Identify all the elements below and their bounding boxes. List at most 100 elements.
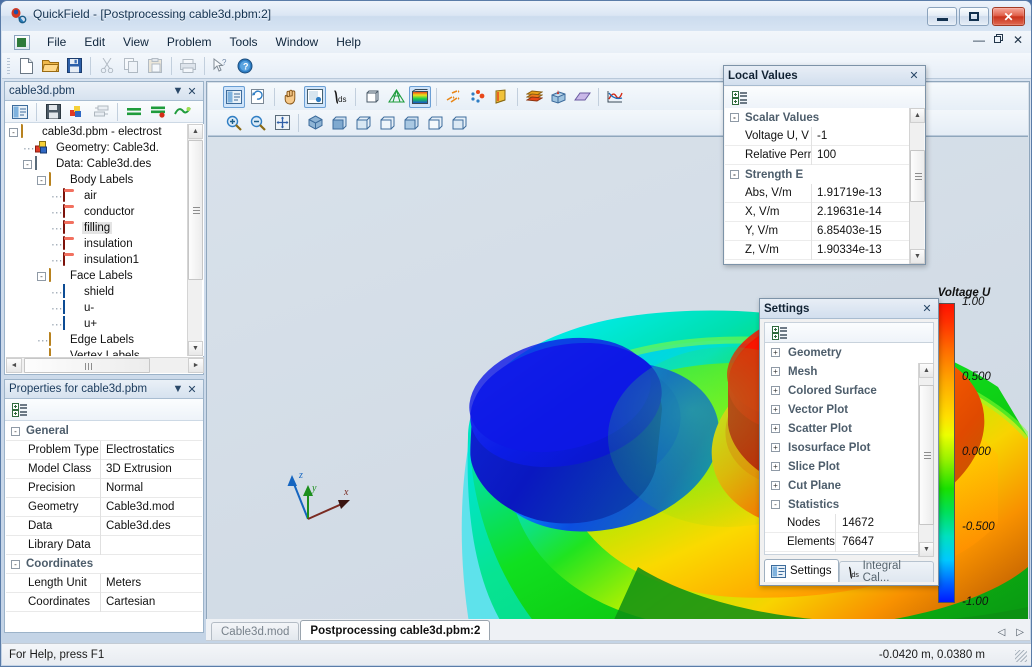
property-value[interactable]: Cartesian [100, 592, 202, 612]
view-isometric-icon[interactable] [304, 112, 326, 134]
property-value[interactable]: Cable3d.mod [100, 497, 202, 517]
settings-item[interactable]: + Mesh [765, 362, 933, 381]
menu-tools[interactable]: Tools [221, 32, 267, 52]
help-icon[interactable]: ? [234, 55, 256, 77]
tree-node[interactable]: ⋯ insulation1 [6, 252, 204, 268]
property-group-header[interactable]: - Coordinates [6, 555, 202, 574]
collapse-icon[interactable]: - [9, 127, 18, 137]
local-values-group-header[interactable]: - Strength E [725, 165, 924, 184]
tree-node[interactable]: - Body Labels [6, 172, 204, 188]
local-values-row[interactable]: X, V/m 2.19631e-14 [725, 202, 924, 222]
tree-node[interactable]: ⋯ insulation [6, 236, 204, 252]
scroll-up-icon[interactable]: ▲ [919, 363, 934, 378]
plane-icon[interactable] [571, 86, 593, 108]
local-values-row[interactable]: Z, V/m 1.90334e-13 [725, 240, 924, 260]
maximize-button[interactable] [959, 7, 989, 26]
expand-icon[interactable]: + [771, 405, 780, 414]
print-icon[interactable] [177, 55, 199, 77]
solve-stop-icon[interactable] [147, 101, 169, 123]
categorized-view-icon[interactable] [729, 87, 751, 109]
categorized-view-icon[interactable] [769, 322, 791, 344]
tree-node[interactable]: ⋯ Vertex Labels [6, 348, 204, 356]
mesh-icon[interactable] [385, 86, 407, 108]
expand-icon[interactable]: + [771, 424, 780, 433]
tree-node[interactable]: - cable3d.pbm - electrost [6, 124, 204, 140]
menu-window[interactable]: Window [267, 32, 328, 52]
isosurface-plot-icon[interactable] [490, 86, 512, 108]
edit-data-icon[interactable] [90, 101, 112, 123]
scroll-down-icon[interactable]: ▼ [910, 249, 925, 264]
collapse-icon[interactable]: - [11, 426, 20, 436]
settings-item[interactable]: + Cut Plane [765, 476, 933, 495]
system-menu-icon[interactable] [14, 34, 30, 50]
property-row[interactable]: Geometry Cable3d.mod [6, 497, 202, 517]
scroll-down-icon[interactable]: ▼ [188, 341, 203, 356]
property-value[interactable]: Normal [100, 478, 202, 498]
expand-icon[interactable]: + [771, 462, 780, 471]
zoom-fit-icon[interactable] [271, 112, 293, 134]
property-value[interactable]: Electrostatics [100, 440, 202, 460]
scroll-thumb[interactable] [919, 385, 934, 525]
expand-icon[interactable]: + [771, 348, 780, 357]
cut-plane-icon[interactable] [547, 86, 569, 108]
tree-node[interactable]: ⋯ conductor [6, 204, 204, 220]
collapse-icon[interactable]: - [730, 170, 739, 179]
colored-surface-icon[interactable] [409, 85, 431, 108]
local-values-grid[interactable]: - Scalar Values Voltage U, V -1 Relative Per… [725, 108, 924, 263]
tab-integral-calculator[interactable]: ds Integral Cal... [838, 560, 934, 584]
tree-node[interactable]: ⋯ Geometry: Cable3d. [6, 140, 204, 156]
settings-item[interactable]: + Colored Surface [765, 381, 933, 400]
pan-hand-icon[interactable] [280, 86, 302, 108]
local-values-row[interactable]: Y, V/m 6.85403e-15 [725, 221, 924, 241]
scroll-right-icon[interactable]: ► [188, 358, 204, 373]
open-problem-icon[interactable] [9, 101, 31, 123]
tab-next-icon[interactable]: ▷ [1016, 627, 1024, 638]
tree-horizontal-scrollbar[interactable]: ◄ ► [6, 357, 204, 373]
scroll-up-icon[interactable]: ▲ [188, 124, 203, 139]
close-icon[interactable]: ✕ [185, 382, 199, 396]
open-icon[interactable] [39, 55, 61, 77]
xy-plot-icon[interactable] [604, 86, 626, 108]
settings-item[interactable]: + Vector Plot [765, 400, 933, 419]
local-values-row[interactable]: Abs, V/m 1.91719e-13 [725, 183, 924, 203]
view-top-icon[interactable] [424, 112, 446, 134]
property-value[interactable]: 3D Extrusion [100, 459, 202, 479]
doc-tab-cable3d-mod[interactable]: Cable3d.mod [211, 622, 300, 640]
menu-view[interactable]: View [114, 32, 158, 52]
expand-icon[interactable]: + [771, 386, 780, 395]
local-values-window[interactable]: Local Values ✕ - Scalar Values Voltage U, … [723, 65, 926, 265]
zoom-out-icon[interactable] [247, 112, 269, 134]
tree-node[interactable]: - Face Labels [6, 268, 204, 284]
local-values-group-header[interactable]: - Scalar Values [725, 108, 924, 127]
property-row[interactable]: Problem Type Electrostatics [6, 440, 202, 460]
menu-help[interactable]: Help [327, 32, 370, 52]
menu-file[interactable]: File [38, 32, 75, 52]
new-icon[interactable] [15, 55, 37, 77]
view-right-icon[interactable] [400, 112, 422, 134]
scroll-up-icon[interactable]: ▲ [910, 108, 925, 123]
expand-icon[interactable]: + [771, 367, 780, 376]
property-row[interactable]: Length Unit Meters [6, 573, 202, 593]
problem-window-icon[interactable] [223, 85, 245, 108]
categorized-view-icon[interactable] [9, 399, 31, 421]
resize-grip[interactable] [1015, 650, 1027, 662]
close-icon[interactable]: ✕ [920, 302, 934, 316]
toolbar-grip[interactable] [7, 57, 10, 74]
tree-node[interactable]: ⋯ u- [6, 300, 204, 316]
integral-calculator-icon[interactable]: ds [328, 86, 350, 108]
close-button[interactable]: ✕ [992, 7, 1025, 26]
copy-icon[interactable] [120, 55, 142, 77]
local-values-row[interactable]: Relative Permi100 [725, 145, 924, 165]
view-bottom-icon[interactable] [448, 112, 470, 134]
context-help-icon[interactable]: ? [210, 55, 232, 77]
property-value[interactable]: Cable3d.des [100, 516, 202, 536]
settings-scrollbar[interactable]: ▲ ▼ [918, 363, 934, 557]
property-value[interactable]: Meters [100, 573, 202, 593]
collapse-icon[interactable]: - [730, 113, 739, 122]
scatter-plot-icon[interactable] [466, 86, 488, 108]
solve-icon[interactable] [123, 101, 145, 123]
settings-item[interactable]: + Scatter Plot [765, 419, 933, 438]
view-left-icon[interactable] [376, 112, 398, 134]
property-row[interactable]: Model Class 3D Extrusion [6, 459, 202, 479]
mdi-minimize-button[interactable]: — [973, 33, 985, 47]
